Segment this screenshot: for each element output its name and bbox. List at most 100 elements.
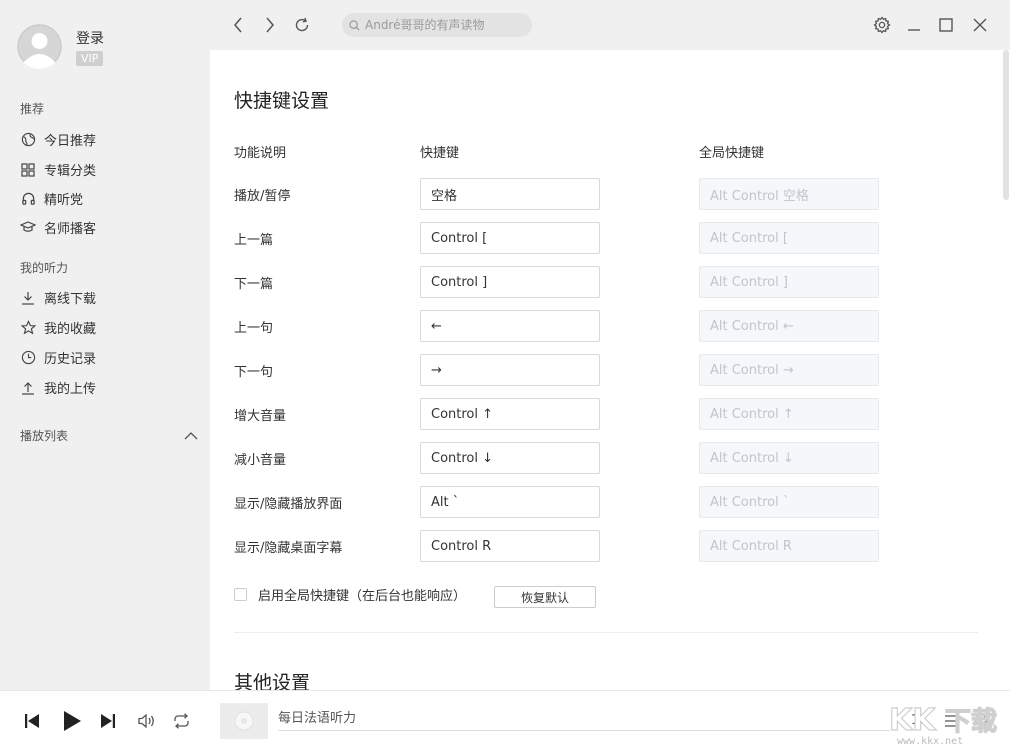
- sidebar-item-label: 专辑分类: [44, 164, 97, 179]
- sidebar-item-teachers[interactable]: 名师播客: [20, 218, 96, 237]
- close-icon: [973, 18, 987, 32]
- speed-button[interactable]: 1x: [911, 713, 927, 728]
- user-profile[interactable]: 登录 VIP: [17, 24, 104, 69]
- chevron-up-icon[interactable]: [184, 429, 198, 443]
- avatar[interactable]: [17, 24, 62, 69]
- vip-badge: VIP: [76, 51, 104, 66]
- scrollbar[interactable]: [1002, 50, 1010, 690]
- sidebar-item-albums[interactable]: 专辑分类: [20, 160, 96, 179]
- volume-icon: [138, 713, 154, 729]
- shortcut-label: 下一句: [234, 365, 274, 380]
- sidebar-item-label: 我的收藏: [44, 322, 97, 337]
- sidebar-item-history[interactable]: 历史记录: [20, 348, 96, 367]
- sidebar-item-label: 我的上传: [44, 382, 97, 397]
- playlist-button[interactable]: [943, 713, 961, 729]
- enable-global-label: 启用全局快捷键（在后台也能响应）: [258, 589, 467, 604]
- shortcut-key-input[interactable]: ←: [420, 310, 600, 342]
- progress-bar[interactable]: [278, 730, 890, 731]
- minimize-button[interactable]: [904, 14, 924, 36]
- sidebar-item-label: 今日推荐: [44, 134, 97, 149]
- sidebar-item-label: 名师播客: [44, 222, 97, 237]
- disc-icon: [234, 711, 254, 731]
- global-shortcut-input: Alt Control →: [699, 354, 879, 386]
- search-box[interactable]: [342, 13, 532, 37]
- column-header-function: 功能说明: [234, 146, 287, 161]
- refresh-icon: [295, 17, 309, 32]
- sidebar-item-label: 历史记录: [44, 352, 97, 367]
- list-icon: [945, 715, 959, 727]
- gear-icon: [873, 16, 891, 34]
- clock-icon: [20, 350, 36, 366]
- shortcut-key-input[interactable]: →: [420, 354, 600, 386]
- global-shortcut-input: Alt Control 空格: [699, 178, 879, 210]
- minimize-icon: [908, 29, 920, 31]
- playlist-header[interactable]: 播放列表: [20, 427, 198, 444]
- track-title: 每日法语听力: [278, 711, 357, 726]
- player-bar: 每日法语听力 1x 字: [0, 690, 1010, 750]
- playlist-label: 播放列表: [20, 429, 69, 443]
- back-button[interactable]: [228, 14, 248, 36]
- topbar: [210, 0, 1010, 50]
- sidebar-item-today[interactable]: 今日推荐: [20, 130, 96, 149]
- shortcut-label: 减小音量: [234, 453, 287, 468]
- reset-default-button[interactable]: 恢复默认: [494, 586, 596, 608]
- settings-panel: 快捷键设置 功能说明 快捷键 全局快捷键 播放/暂停 空格 Alt Contro…: [210, 50, 1010, 690]
- global-shortcut-input: Alt Control `: [699, 486, 879, 518]
- shortcut-label: 播放/暂停: [234, 189, 291, 204]
- shortcut-label: 上一篇: [234, 233, 274, 248]
- upload-icon: [20, 380, 36, 396]
- sidebar: 登录 VIP 推荐 今日推荐 专辑分类 精听党 名师播客 我的听力 离线下载 我…: [0, 0, 210, 690]
- track-cover[interactable]: [220, 703, 268, 739]
- previous-button[interactable]: [22, 712, 42, 730]
- globe-icon: [20, 132, 36, 148]
- shortcut-key-input[interactable]: Control ↑: [420, 398, 600, 430]
- settings-button[interactable]: [872, 14, 892, 36]
- shortcut-label: 下一篇: [234, 277, 274, 292]
- skip-next-icon: [101, 714, 115, 728]
- shortcut-key-input[interactable]: Alt `: [420, 486, 600, 518]
- graduation-cap-icon: [20, 220, 36, 236]
- column-header-key: 快捷键: [420, 146, 460, 161]
- maximize-button[interactable]: [936, 14, 956, 36]
- shortcut-key-input[interactable]: Control R: [420, 530, 600, 562]
- sidebar-item-favorites[interactable]: 我的收藏: [20, 318, 96, 337]
- chevron-right-icon: [266, 17, 274, 33]
- play-button[interactable]: [60, 709, 84, 733]
- user-icon: [17, 24, 62, 69]
- shortcut-key-input[interactable]: Control ]: [420, 266, 600, 298]
- login-link[interactable]: 登录: [76, 28, 104, 48]
- column-header-global: 全局快捷键: [699, 146, 765, 161]
- section-label-my-listening: 我的听力: [20, 261, 69, 275]
- sidebar-item-uploads[interactable]: 我的上传: [20, 378, 96, 397]
- refresh-button[interactable]: [292, 14, 312, 36]
- next-button[interactable]: [98, 712, 118, 730]
- other-settings-title: 其他设置: [234, 672, 311, 690]
- sidebar-item-label: 精听党: [44, 193, 84, 208]
- subtitle-toggle[interactable]: 字: [978, 712, 991, 731]
- play-icon: [64, 711, 81, 731]
- global-shortcut-input: Alt Control ↓: [699, 442, 879, 474]
- close-button[interactable]: [970, 14, 990, 36]
- search-input[interactable]: [365, 18, 525, 32]
- enable-global-shortcuts[interactable]: 启用全局快捷键（在后台也能响应）: [234, 585, 466, 604]
- shortcut-key-input[interactable]: Control [: [420, 222, 600, 254]
- sidebar-item-label: 离线下载: [44, 292, 97, 307]
- volume-button[interactable]: [136, 711, 158, 731]
- global-shortcut-input: Alt Control ]: [699, 266, 879, 298]
- download-icon: [20, 290, 36, 306]
- loop-button[interactable]: [170, 711, 192, 731]
- sidebar-item-intensive[interactable]: 精听党: [20, 189, 83, 208]
- shortcut-key-input[interactable]: 空格: [420, 178, 600, 210]
- shortcut-label: 显示/隐藏播放界面: [234, 497, 343, 512]
- maximize-icon: [939, 18, 953, 32]
- grid-icon: [20, 162, 36, 178]
- scrollbar-thumb[interactable]: [1003, 50, 1009, 200]
- forward-button[interactable]: [260, 14, 280, 36]
- chevron-left-icon: [234, 17, 242, 33]
- skip-previous-icon: [25, 714, 39, 728]
- shortcut-label: 增大音量: [234, 409, 287, 424]
- sidebar-item-downloads[interactable]: 离线下载: [20, 288, 96, 307]
- shortcuts-title: 快捷键设置: [234, 90, 330, 112]
- enable-global-checkbox[interactable]: [234, 588, 247, 601]
- shortcut-key-input[interactable]: Control ↓: [420, 442, 600, 474]
